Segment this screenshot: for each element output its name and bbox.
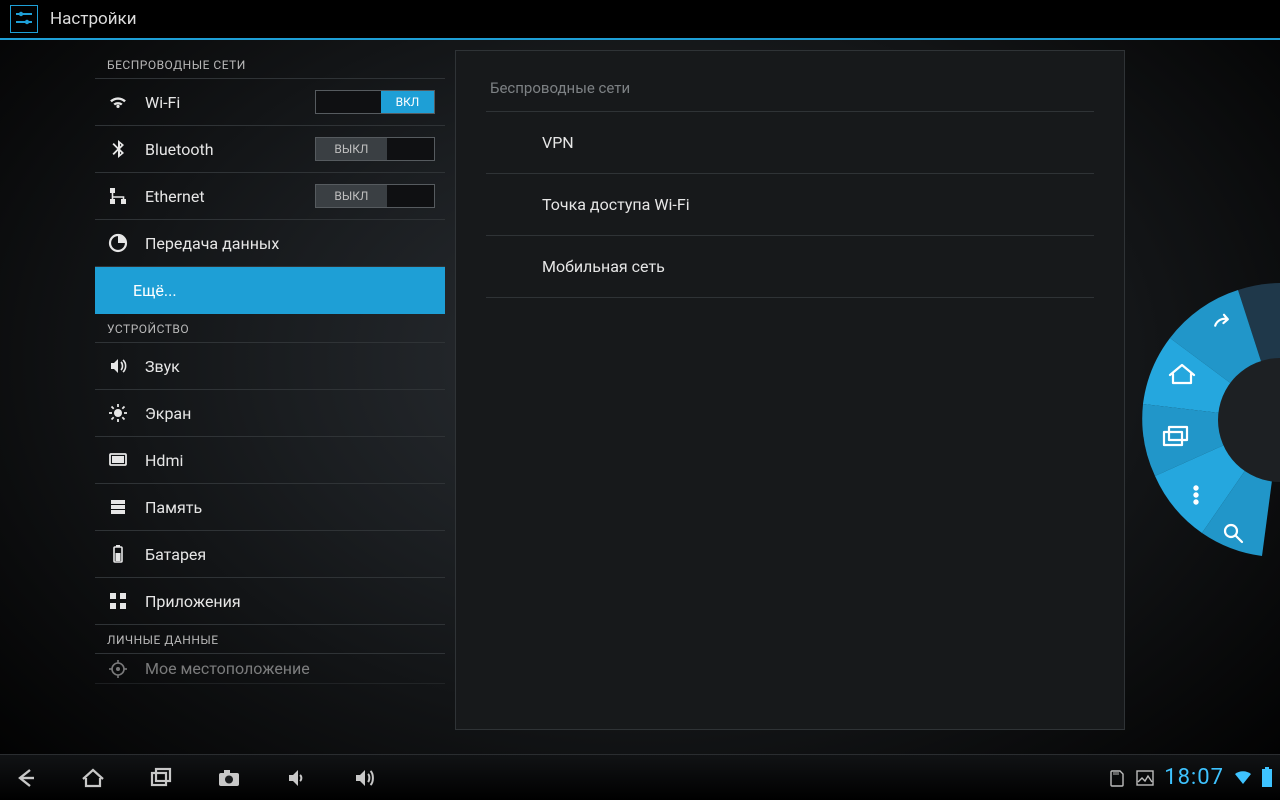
section-wireless: БЕСПРОВОДНЫЕ СЕТИ — [95, 50, 445, 79]
nav-volume-down-button[interactable] — [280, 761, 314, 795]
wifi-toggle[interactable]: ВКЛ — [315, 90, 435, 114]
sidebar-item-label: Bluetooth — [145, 140, 315, 159]
nav-recent-button[interactable] — [144, 761, 178, 795]
detail-panel: Беспроводные сети VPN Точка доступа Wi-F… — [455, 50, 1125, 730]
sidebar-item-sound[interactable]: Звук — [95, 343, 445, 390]
sidebar-item-ethernet[interactable]: Ethernet ВЫКЛ — [95, 173, 445, 220]
panel-item-mobile-network[interactable]: Мобильная сеть — [486, 236, 1094, 298]
sidebar-item-display[interactable]: Экран — [95, 390, 445, 437]
sidebar-item-location[interactable]: Мое местоположение — [95, 654, 445, 684]
bluetooth-toggle[interactable]: ВЫКЛ — [315, 137, 435, 161]
sidebar-item-label: Экран — [145, 404, 435, 423]
sidebar-item-label: Wi-Fi — [145, 93, 315, 112]
nav-screenshot-button[interactable] — [212, 761, 246, 795]
picture-icon — [1136, 769, 1154, 787]
app-header: Настройки — [0, 0, 1280, 40]
sdcard-icon — [1108, 769, 1126, 787]
navbar-right: 18:07 — [1108, 765, 1272, 790]
brightness-icon — [107, 402, 129, 424]
sidebar-item-apps[interactable]: Приложения — [95, 578, 445, 625]
panel-heading: Беспроводные сети — [486, 71, 1094, 112]
settings-sidebar: БЕСПРОВОДНЫЕ СЕТИ Wi-Fi ВКЛ Bluetooth ВЫ… — [95, 50, 445, 752]
sidebar-item-label: Батарея — [145, 545, 435, 564]
sidebar-item-bluetooth[interactable]: Bluetooth ВЫКЛ — [95, 126, 445, 173]
status-clock[interactable]: 18:07 — [1164, 765, 1224, 790]
toggle-on-label: ВКЛ — [381, 91, 434, 113]
sidebar-item-label: Приложения — [145, 592, 435, 611]
sidebar-item-more[interactable]: Ещё... — [95, 267, 445, 314]
toggle-off-label: ВЫКЛ — [316, 185, 387, 207]
sidebar-item-label: Передача данных — [145, 234, 435, 253]
battery-status-icon — [1262, 769, 1272, 787]
sound-icon — [107, 355, 129, 377]
sidebar-item-label: Hdmi — [145, 451, 435, 470]
sidebar-item-label: Ещё... — [133, 281, 435, 300]
sidebar-item-wifi[interactable]: Wi-Fi ВКЛ — [95, 79, 445, 126]
sidebar-item-label: Звук — [145, 357, 435, 376]
panel-item-hotspot[interactable]: Точка доступа Wi-Fi — [486, 174, 1094, 236]
wifi-signal-icon — [1234, 769, 1252, 787]
bluetooth-icon — [107, 138, 129, 160]
sidebar-item-data-usage[interactable]: Передача данных — [95, 220, 445, 267]
pie-navigation — [1092, 270, 1280, 570]
navbar-left — [8, 761, 382, 795]
sidebar-item-storage[interactable]: Память — [95, 484, 445, 531]
sidebar-item-label: Ethernet — [145, 187, 315, 206]
storage-icon — [107, 496, 129, 518]
location-icon — [107, 658, 129, 680]
sidebar-item-hdmi[interactable]: Hdmi — [95, 437, 445, 484]
nav-back-button[interactable] — [8, 761, 42, 795]
sidebar-item-label: Мое местоположение — [145, 659, 435, 678]
settings-icon — [10, 5, 38, 33]
wifi-icon — [107, 91, 129, 113]
nav-volume-up-button[interactable] — [348, 761, 382, 795]
main-content: БЕСПРОВОДНЫЕ СЕТИ Wi-Fi ВКЛ Bluetooth ВЫ… — [0, 40, 1280, 752]
sidebar-item-label: Память — [145, 498, 435, 517]
hdmi-icon — [107, 449, 129, 471]
ethernet-icon — [107, 185, 129, 207]
toggle-off-label: ВЫКЛ — [316, 138, 387, 160]
section-personal: ЛИЧНЫЕ ДАННЫЕ — [95, 625, 445, 654]
battery-icon — [107, 543, 129, 565]
system-navbar: 18:07 — [0, 754, 1280, 800]
apps-icon — [107, 590, 129, 612]
section-device: УСТРОЙСТВО — [95, 314, 445, 343]
nav-home-button[interactable] — [76, 761, 110, 795]
sidebar-item-battery[interactable]: Батарея — [95, 531, 445, 578]
data-usage-icon — [107, 232, 129, 254]
page-title: Настройки — [50, 9, 137, 29]
menu-icon — [1194, 486, 1197, 503]
panel-item-vpn[interactable]: VPN — [486, 112, 1094, 174]
ethernet-toggle[interactable]: ВЫКЛ — [315, 184, 435, 208]
